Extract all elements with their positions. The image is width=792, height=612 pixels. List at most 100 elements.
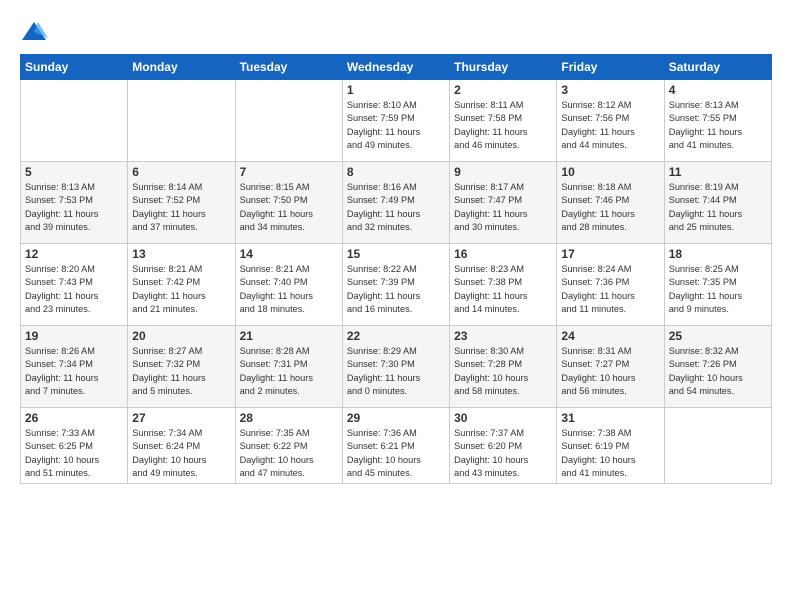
day-info: Sunrise: 7:36 AMSunset: 6:21 PMDaylight:…	[347, 427, 445, 480]
day-number: 1	[347, 83, 445, 97]
weekday-header-monday: Monday	[128, 55, 235, 80]
calendar-week-row: 12 Sunrise: 8:20 AMSunset: 7:43 PMDayligh…	[21, 244, 772, 326]
calendar-cell: 12 Sunrise: 8:20 AMSunset: 7:43 PMDayligh…	[21, 244, 128, 326]
day-info: Sunrise: 8:11 AMSunset: 7:58 PMDaylight:…	[454, 99, 552, 152]
calendar-cell: 14 Sunrise: 8:21 AMSunset: 7:40 PMDayligh…	[235, 244, 342, 326]
day-info: Sunrise: 8:26 AMSunset: 7:34 PMDaylight:…	[25, 345, 123, 398]
calendar-cell: 17 Sunrise: 8:24 AMSunset: 7:36 PMDayligh…	[557, 244, 664, 326]
calendar-cell: 10 Sunrise: 8:18 AMSunset: 7:46 PMDayligh…	[557, 162, 664, 244]
day-info: Sunrise: 8:22 AMSunset: 7:39 PMDaylight:…	[347, 263, 445, 316]
day-number: 23	[454, 329, 552, 343]
day-info: Sunrise: 8:13 AMSunset: 7:53 PMDaylight:…	[25, 181, 123, 234]
day-number: 9	[454, 165, 552, 179]
day-number: 29	[347, 411, 445, 425]
day-info: Sunrise: 8:31 AMSunset: 7:27 PMDaylight:…	[561, 345, 659, 398]
calendar-cell: 27Sunrise: 7:34 AMSunset: 6:24 PMDayligh…	[128, 408, 235, 484]
calendar-cell: 9 Sunrise: 8:17 AMSunset: 7:47 PMDaylight…	[450, 162, 557, 244]
day-info: Sunrise: 8:25 AMSunset: 7:35 PMDaylight:…	[669, 263, 767, 316]
day-info: Sunrise: 8:19 AMSunset: 7:44 PMDaylight:…	[669, 181, 767, 234]
weekday-header-row: SundayMondayTuesdayWednesdayThursdayFrid…	[21, 55, 772, 80]
calendar-cell: 13Sunrise: 8:21 AMSunset: 7:42 PMDayligh…	[128, 244, 235, 326]
day-number: 22	[347, 329, 445, 343]
day-info: Sunrise: 8:28 AMSunset: 7:31 PMDaylight:…	[240, 345, 338, 398]
logo-icon	[20, 18, 48, 46]
calendar-cell: 3Sunrise: 8:12 AMSunset: 7:56 PMDaylight…	[557, 80, 664, 162]
calendar-cell: 31 Sunrise: 7:38 AMSunset: 6:19 PMDayligh…	[557, 408, 664, 484]
day-number: 13	[132, 247, 230, 261]
day-number: 27	[132, 411, 230, 425]
day-number: 30	[454, 411, 552, 425]
day-number: 19	[25, 329, 123, 343]
logo	[20, 18, 52, 46]
day-number: 25	[669, 329, 767, 343]
day-number: 18	[669, 247, 767, 261]
day-info: Sunrise: 8:15 AMSunset: 7:50 PMDaylight:…	[240, 181, 338, 234]
day-number: 8	[347, 165, 445, 179]
day-info: Sunrise: 7:37 AMSunset: 6:20 PMDaylight:…	[454, 427, 552, 480]
day-info: Sunrise: 8:14 AMSunset: 7:52 PMDaylight:…	[132, 181, 230, 234]
day-info: Sunrise: 8:10 AMSunset: 7:59 PMDaylight:…	[347, 99, 445, 152]
calendar-cell: 6 Sunrise: 8:14 AMSunset: 7:52 PMDaylight…	[128, 162, 235, 244]
day-number: 2	[454, 83, 552, 97]
calendar-cell: 24Sunrise: 8:31 AMSunset: 7:27 PMDayligh…	[557, 326, 664, 408]
day-number: 15	[347, 247, 445, 261]
day-number: 26	[25, 411, 123, 425]
calendar-cell: 5 Sunrise: 8:13 AMSunset: 7:53 PMDaylight…	[21, 162, 128, 244]
day-info: Sunrise: 8:20 AMSunset: 7:43 PMDaylight:…	[25, 263, 123, 316]
day-number: 4	[669, 83, 767, 97]
day-info: Sunrise: 8:16 AMSunset: 7:49 PMDaylight:…	[347, 181, 445, 234]
day-number: 21	[240, 329, 338, 343]
day-info: Sunrise: 7:38 AMSunset: 6:19 PMDaylight:…	[561, 427, 659, 480]
day-number: 7	[240, 165, 338, 179]
calendar-cell: 20Sunrise: 8:27 AMSunset: 7:32 PMDayligh…	[128, 326, 235, 408]
calendar-cell	[21, 80, 128, 162]
weekday-header-wednesday: Wednesday	[342, 55, 449, 80]
weekday-header-saturday: Saturday	[664, 55, 771, 80]
day-number: 12	[25, 247, 123, 261]
day-info: Sunrise: 8:29 AMSunset: 7:30 PMDaylight:…	[347, 345, 445, 398]
weekday-header-sunday: Sunday	[21, 55, 128, 80]
day-number: 10	[561, 165, 659, 179]
calendar-cell: 2 Sunrise: 8:11 AMSunset: 7:58 PMDaylight…	[450, 80, 557, 162]
day-info: Sunrise: 8:18 AMSunset: 7:46 PMDaylight:…	[561, 181, 659, 234]
day-info: Sunrise: 8:32 AMSunset: 7:26 PMDaylight:…	[669, 345, 767, 398]
header	[20, 18, 772, 46]
day-number: 20	[132, 329, 230, 343]
calendar: SundayMondayTuesdayWednesdayThursdayFrid…	[20, 54, 772, 484]
calendar-cell: 7 Sunrise: 8:15 AMSunset: 7:50 PMDaylight…	[235, 162, 342, 244]
weekday-header-friday: Friday	[557, 55, 664, 80]
calendar-week-row: 5 Sunrise: 8:13 AMSunset: 7:53 PMDaylight…	[21, 162, 772, 244]
calendar-cell: 19 Sunrise: 8:26 AMSunset: 7:34 PMDayligh…	[21, 326, 128, 408]
calendar-cell: 30 Sunrise: 7:37 AMSunset: 6:20 PMDayligh…	[450, 408, 557, 484]
day-info: Sunrise: 8:21 AMSunset: 7:40 PMDaylight:…	[240, 263, 338, 316]
day-number: 11	[669, 165, 767, 179]
day-number: 28	[240, 411, 338, 425]
calendar-cell: 21 Sunrise: 8:28 AMSunset: 7:31 PMDayligh…	[235, 326, 342, 408]
calendar-cell: 4 Sunrise: 8:13 AMSunset: 7:55 PMDaylight…	[664, 80, 771, 162]
day-info: Sunrise: 8:13 AMSunset: 7:55 PMDaylight:…	[669, 99, 767, 152]
day-info: Sunrise: 8:24 AMSunset: 7:36 PMDaylight:…	[561, 263, 659, 316]
day-number: 16	[454, 247, 552, 261]
calendar-week-row: 19 Sunrise: 8:26 AMSunset: 7:34 PMDayligh…	[21, 326, 772, 408]
day-info: Sunrise: 7:33 AMSunset: 6:25 PMDaylight:…	[25, 427, 123, 480]
calendar-cell: 15 Sunrise: 8:22 AMSunset: 7:39 PMDayligh…	[342, 244, 449, 326]
calendar-cell: 29 Sunrise: 7:36 AMSunset: 6:21 PMDayligh…	[342, 408, 449, 484]
day-number: 31	[561, 411, 659, 425]
day-info: Sunrise: 8:30 AMSunset: 7:28 PMDaylight:…	[454, 345, 552, 398]
calendar-cell	[664, 408, 771, 484]
day-info: Sunrise: 8:17 AMSunset: 7:47 PMDaylight:…	[454, 181, 552, 234]
calendar-cell: 25 Sunrise: 8:32 AMSunset: 7:26 PMDayligh…	[664, 326, 771, 408]
calendar-cell: 1 Sunrise: 8:10 AMSunset: 7:59 PMDaylight…	[342, 80, 449, 162]
calendar-cell: 28 Sunrise: 7:35 AMSunset: 6:22 PMDayligh…	[235, 408, 342, 484]
calendar-cell: 22 Sunrise: 8:29 AMSunset: 7:30 PMDayligh…	[342, 326, 449, 408]
weekday-header-tuesday: Tuesday	[235, 55, 342, 80]
calendar-cell: 16Sunrise: 8:23 AMSunset: 7:38 PMDayligh…	[450, 244, 557, 326]
calendar-cell: 11 Sunrise: 8:19 AMSunset: 7:44 PMDayligh…	[664, 162, 771, 244]
day-number: 5	[25, 165, 123, 179]
day-info: Sunrise: 7:35 AMSunset: 6:22 PMDaylight:…	[240, 427, 338, 480]
day-number: 6	[132, 165, 230, 179]
day-number: 17	[561, 247, 659, 261]
calendar-cell: 26 Sunrise: 7:33 AMSunset: 6:25 PMDayligh…	[21, 408, 128, 484]
calendar-week-row: 26 Sunrise: 7:33 AMSunset: 6:25 PMDayligh…	[21, 408, 772, 484]
day-number: 14	[240, 247, 338, 261]
